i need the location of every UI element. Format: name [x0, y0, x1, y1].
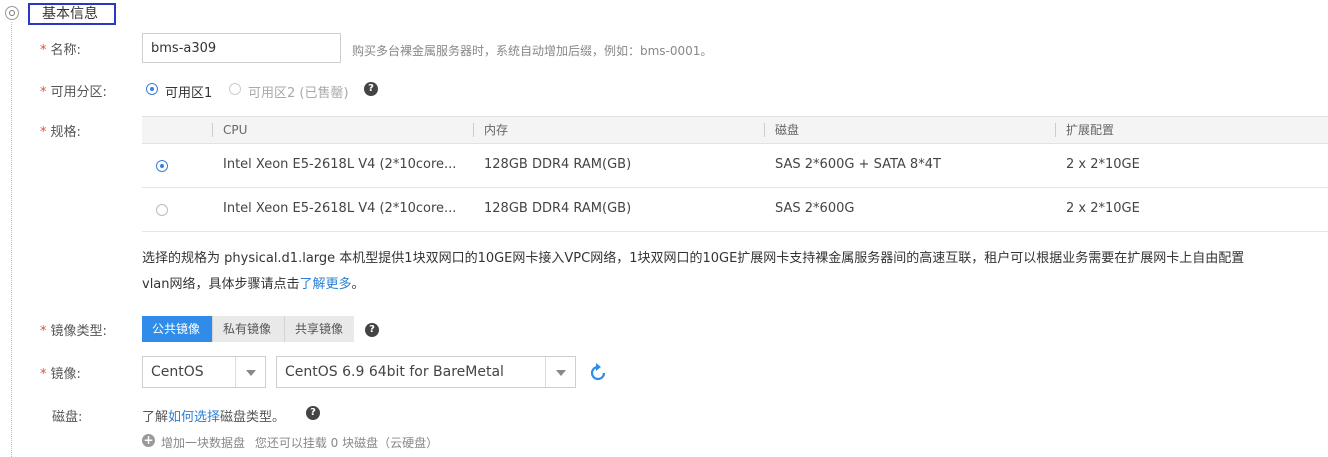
name-input[interactable] — [142, 33, 341, 63]
refresh-icon[interactable] — [587, 362, 609, 384]
image-type-help-icon[interactable]: ? — [365, 323, 379, 337]
tab-public-image[interactable]: 公共镜像 — [142, 316, 212, 342]
cell-memory: 128GB DDR4 RAM(GB) — [484, 201, 632, 216]
image-label: * 镜像: — [40, 367, 81, 382]
cell-disk: SAS 2*600G — [775, 201, 855, 216]
cell-ext: 2 x 2*10GE — [1066, 201, 1140, 216]
image-version-select[interactable]: CentOS 6.9 64bit for BareMetal — [276, 356, 576, 388]
add-data-disk: 增加一块数据盘 您还可以挂载 0 块磁盘（云硬盘） — [161, 434, 438, 451]
add-data-disk-button[interactable]: 增加一块数据盘 — [161, 436, 245, 450]
spec-table-header: CPU 内存 磁盘 扩展配置 — [142, 116, 1328, 144]
column-header-cpu: CPU — [212, 123, 247, 137]
zone-label: * 可用分区: — [40, 85, 107, 100]
table-row[interactable]: Intel Xeon E5-2618L V4 (2*10core... 128G… — [142, 144, 1328, 188]
section-guide-line — [11, 22, 12, 457]
section-circle-icon — [5, 6, 19, 20]
add-data-disk-hint: 您还可以挂载 0 块磁盘（云硬盘） — [254, 436, 439, 450]
table-row[interactable]: Intel Xeon E5-2618L V4 (2*10core... 128G… — [142, 188, 1328, 232]
disk-hint: 了解如何选择磁盘类型。 — [142, 410, 286, 425]
spec-row-radio[interactable] — [156, 160, 168, 172]
image-version-value: CentOS 6.9 64bit for BareMetal — [285, 364, 504, 380]
disk-label: 磁盘: — [52, 410, 83, 425]
chevron-down-icon[interactable] — [545, 357, 575, 387]
spec-row-radio[interactable] — [156, 204, 168, 216]
image-type-label: * 镜像类型: — [40, 324, 107, 339]
cell-disk: SAS 2*600G + SATA 8*4T — [775, 157, 941, 172]
os-select[interactable]: CentOS — [142, 356, 266, 388]
how-to-choose-link[interactable]: 如何选择 — [168, 410, 220, 425]
spec-description-line1: 选择的规格为 physical.d1.large 本机型提供1块双网口的10GE… — [142, 251, 1245, 266]
section-title: 基本信息 — [28, 3, 116, 25]
spec-label: * 规格: — [40, 125, 81, 140]
zone-help-icon[interactable]: ? — [364, 82, 378, 96]
spec-table: CPU 内存 磁盘 扩展配置 Intel Xeon E5-2618L V4 (2… — [142, 116, 1328, 232]
name-label: * 名称: — [40, 43, 81, 58]
tab-private-image[interactable]: 私有镜像 — [212, 316, 284, 342]
name-hint: 购买多台裸金属服务器时，系统自动增加后缀，例如：bms-0001。 — [352, 44, 713, 58]
column-header-memory: 内存 — [473, 123, 508, 137]
spec-description: 选择的规格为 physical.d1.large 本机型提供1块双网口的10GE… — [142, 246, 1328, 298]
zone-option-2-label: 可用区2 (已售罄) — [248, 86, 349, 101]
spec-description-line2: vlan网络，具体步骤请点击了解更多。 — [142, 277, 365, 292]
zone-option-1-label[interactable]: 可用区1 — [165, 82, 212, 101]
plus-circle-icon[interactable]: + — [142, 434, 155, 447]
disk-help-icon[interactable]: ? — [306, 406, 320, 420]
cell-ext: 2 x 2*10GE — [1066, 157, 1140, 172]
cell-cpu: Intel Xeon E5-2618L V4 (2*10core... — [223, 201, 457, 216]
cell-memory: 128GB DDR4 RAM(GB) — [484, 157, 632, 172]
zone-radio-2 — [229, 83, 241, 95]
column-header-disk: 磁盘 — [764, 123, 799, 137]
column-header-ext: 扩展配置 — [1055, 123, 1114, 137]
zone-radio-1[interactable] — [146, 83, 158, 95]
chevron-down-icon[interactable] — [235, 357, 265, 387]
learn-more-link[interactable]: 了解更多 — [300, 277, 352, 292]
os-select-value: CentOS — [151, 364, 204, 380]
tab-shared-image[interactable]: 共享镜像 — [284, 316, 354, 342]
cell-cpu: Intel Xeon E5-2618L V4 (2*10core... — [223, 157, 457, 172]
